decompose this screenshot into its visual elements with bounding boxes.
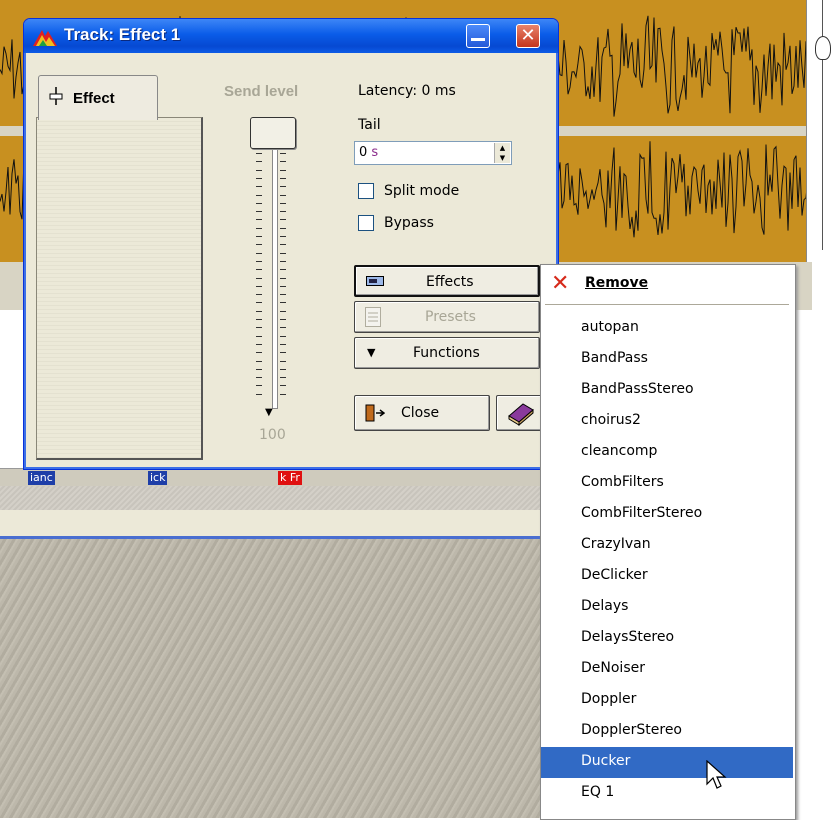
menu-item-label: choirus2: [581, 412, 641, 428]
menu-item-label: BandPassStereo: [581, 381, 694, 397]
zoom-knob[interactable]: [815, 36, 831, 60]
bypass-checkbox[interactable]: [358, 215, 374, 231]
menu-item-label: BandPass: [581, 350, 648, 366]
track-divider: [0, 486, 548, 510]
empty-workspace: [0, 539, 548, 818]
menu-item[interactable]: Doppler: [541, 685, 793, 716]
book-icon: [508, 403, 534, 426]
latency-text: Latency: 0 ms: [358, 83, 456, 99]
tail-value: 0: [359, 145, 368, 160]
send-level-thumb[interactable]: [250, 117, 296, 149]
presets-label: Presets: [425, 309, 476, 325]
app-logo-icon: [33, 30, 57, 46]
tab-label: Effect: [73, 90, 115, 107]
send-level-label: Send level: [224, 83, 299, 100]
menu-item-remove[interactable]: ✕ Remove: [541, 265, 795, 303]
effect-panel: [36, 117, 203, 460]
menu-separator: [545, 304, 789, 305]
presets-button: Presets: [354, 301, 540, 333]
menu-item-label: autopan: [581, 319, 639, 335]
send-level-value: 100: [259, 427, 286, 443]
menu-item[interactable]: DeNoiser: [541, 654, 793, 685]
tail-spinner[interactable]: ▲ ▼: [494, 143, 510, 163]
slider-icon: [49, 87, 63, 105]
effects-label: Effects: [426, 274, 474, 290]
menu-item-label: DeNoiser: [581, 660, 645, 676]
track-effect-window: Track: Effect 1 ✕ Effect Send level ▼ 10…: [23, 18, 559, 470]
menu-item[interactable]: CombFilters: [541, 468, 793, 499]
close-window-button[interactable]: ✕: [516, 24, 540, 48]
window-title: Track: Effect 1: [64, 25, 181, 44]
slider-ticks: [256, 153, 296, 403]
remove-x-icon: ✕: [551, 271, 570, 296]
remove-label: Remove: [585, 275, 649, 291]
effects-icon: [366, 276, 384, 286]
menu-item[interactable]: Ducker: [541, 747, 793, 778]
menu-item[interactable]: cleancomp: [541, 437, 793, 468]
menu-item-label: Doppler: [581, 691, 637, 707]
document-icon: [365, 307, 381, 327]
split-mode-label: Split mode: [384, 183, 460, 199]
menu-item[interactable]: BandPass: [541, 344, 793, 375]
menu-item[interactable]: CrazyIvan: [541, 530, 793, 561]
effects-button[interactable]: Effects: [354, 265, 540, 297]
clip-label[interactable]: k Fr: [278, 471, 302, 485]
effects-menu: ✕ Remove autopan BandPass BandPassStereo ch…: [540, 264, 796, 820]
bypass-label: Bypass: [384, 215, 434, 231]
menu-item[interactable]: DelaysStereo: [541, 623, 793, 654]
pane-bar: [0, 510, 548, 539]
functions-button[interactable]: ▼ Functions: [354, 337, 540, 369]
window-client: Effect Send level ▼ 100 Latency: 0 ms Ta…: [28, 53, 554, 465]
mouse-pointer-icon: [706, 760, 727, 789]
menu-item[interactable]: DopplerStereo: [541, 716, 793, 747]
close-button[interactable]: Close: [354, 395, 490, 431]
tab-effect[interactable]: Effect: [38, 75, 158, 120]
clip-label[interactable]: ick: [148, 471, 168, 485]
clip-strip: ianc ick k Fr: [0, 468, 548, 488]
exit-door-icon: [365, 404, 385, 422]
menu-item[interactable]: Delays: [541, 592, 793, 623]
tail-unit: s: [371, 145, 379, 160]
menu-item-label: CombFilterStereo: [581, 505, 703, 521]
menu-item[interactable]: CombFilterStereo: [541, 499, 793, 530]
menu-item[interactable]: autopan: [541, 313, 793, 344]
menu-item-label: Delays: [581, 598, 629, 614]
menu-item-label: DopplerStereo: [581, 722, 682, 738]
menu-item-label: DeClicker: [581, 567, 648, 583]
functions-label: Functions: [413, 345, 480, 361]
tail-input[interactable]: 0 s ▲ ▼: [354, 141, 512, 165]
menu-item-label: EQ 1: [581, 784, 615, 800]
tail-label: Tail: [358, 117, 381, 133]
menu-item[interactable]: BandPassStereo: [541, 375, 793, 406]
close-label: Close: [401, 405, 440, 421]
menu-item-label: CrazyIvan: [581, 536, 651, 552]
menu-item[interactable]: DeClicker: [541, 561, 793, 592]
clip-label[interactable]: ianc: [28, 471, 55, 485]
close-icon: ✕: [520, 25, 536, 46]
minimize-icon: [471, 38, 485, 41]
menu-item-label: DelaysStereo: [581, 629, 675, 645]
vertical-zoom-slider[interactable]: [806, 0, 837, 262]
help-book-button[interactable]: [496, 395, 546, 431]
minimize-button[interactable]: [466, 24, 490, 48]
arrow-down-icon: ▼: [265, 407, 273, 418]
menu-item-label: cleancomp: [581, 443, 658, 459]
menu-item[interactable]: choirus2: [541, 406, 793, 437]
triangle-down-icon: ▼: [367, 346, 376, 359]
menu-item-label: CombFilters: [581, 474, 664, 490]
title-bar[interactable]: Track: Effect 1 ✕: [24, 19, 558, 53]
menu-item[interactable]: EQ 1: [541, 778, 793, 809]
split-mode-checkbox[interactable]: [358, 183, 374, 199]
menu-item-label: Ducker: [581, 753, 631, 769]
